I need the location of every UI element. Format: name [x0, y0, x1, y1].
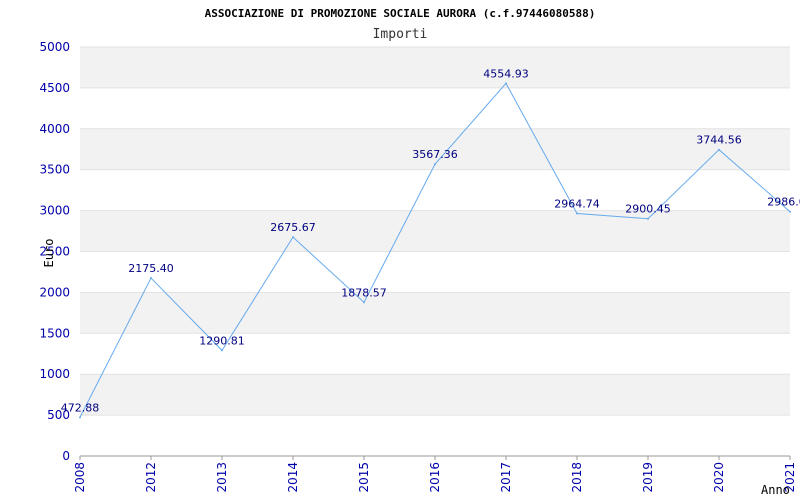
- data-label: 2675.67: [270, 221, 316, 234]
- plot-band: [80, 292, 790, 334]
- y-tick-label: 1000: [39, 367, 70, 381]
- x-tick-label: 2020: [712, 462, 726, 493]
- y-tick-label: 4000: [39, 122, 70, 136]
- data-point: [363, 301, 365, 304]
- y-tick-label: 5000: [39, 40, 70, 54]
- chart-title: ASSOCIAZIONE DI PROMOZIONE SOCIALE AUROR…: [205, 7, 596, 20]
- data-point: [434, 163, 436, 166]
- data-point: [150, 277, 152, 280]
- x-tick-label: 2015: [357, 462, 371, 493]
- x-axis-ticks: 2008 2012 2013 2014 2015 2016 2017 2018 2019 2020…: [73, 456, 797, 493]
- x-tick-label: 2017: [499, 462, 513, 493]
- data-label: 4554.93: [483, 67, 529, 80]
- data-point: [221, 349, 223, 352]
- plot-bands: [80, 47, 790, 416]
- data-label: 2986.03: [767, 196, 800, 209]
- data-label: 2175.40: [128, 262, 174, 275]
- data-label: 472.88: [61, 401, 100, 414]
- plot-band: [80, 210, 790, 252]
- y-tick-label: 0: [62, 449, 70, 463]
- x-tick-label: 2014: [286, 462, 300, 493]
- data-point: [292, 236, 294, 239]
- plot-band: [80, 374, 790, 416]
- data-label: 3744.56: [696, 134, 742, 147]
- chart-subtitle: Importi: [373, 27, 428, 42]
- x-tick-label: 2016: [428, 462, 442, 493]
- y-tick-label: 1500: [39, 326, 70, 340]
- y-tick-label: 3500: [39, 163, 70, 177]
- data-label: 1878.57: [341, 286, 387, 299]
- y-tick-label: 4500: [39, 81, 70, 95]
- data-point: [505, 82, 507, 85]
- x-tick-label: 2019: [641, 462, 655, 493]
- data-label: 2964.74: [554, 197, 600, 210]
- data-label: 3567.36: [412, 148, 458, 161]
- data-point: [647, 217, 649, 220]
- y-axis-label: Euro: [42, 239, 56, 268]
- x-tick-label: 2018: [570, 462, 584, 493]
- y-tick-label: 3000: [39, 204, 70, 218]
- y-tick-label: 2000: [39, 285, 70, 299]
- chart: ASSOCIAZIONE DI PROMOZIONE SOCIALE AUROR…: [39, 7, 800, 497]
- data-label: 2900.45: [625, 203, 671, 216]
- data-label: 1290.81: [199, 334, 245, 347]
- x-axis-label: Anno: [761, 483, 790, 497]
- data-point: [718, 148, 720, 151]
- data-point: [79, 416, 81, 419]
- x-tick-label: 2013: [215, 462, 229, 493]
- x-tick-label: 2008: [73, 462, 87, 493]
- data-point: [789, 210, 791, 213]
- data-point: [576, 212, 578, 215]
- plot-band: [80, 47, 790, 88]
- x-tick-label: 2012: [144, 462, 158, 493]
